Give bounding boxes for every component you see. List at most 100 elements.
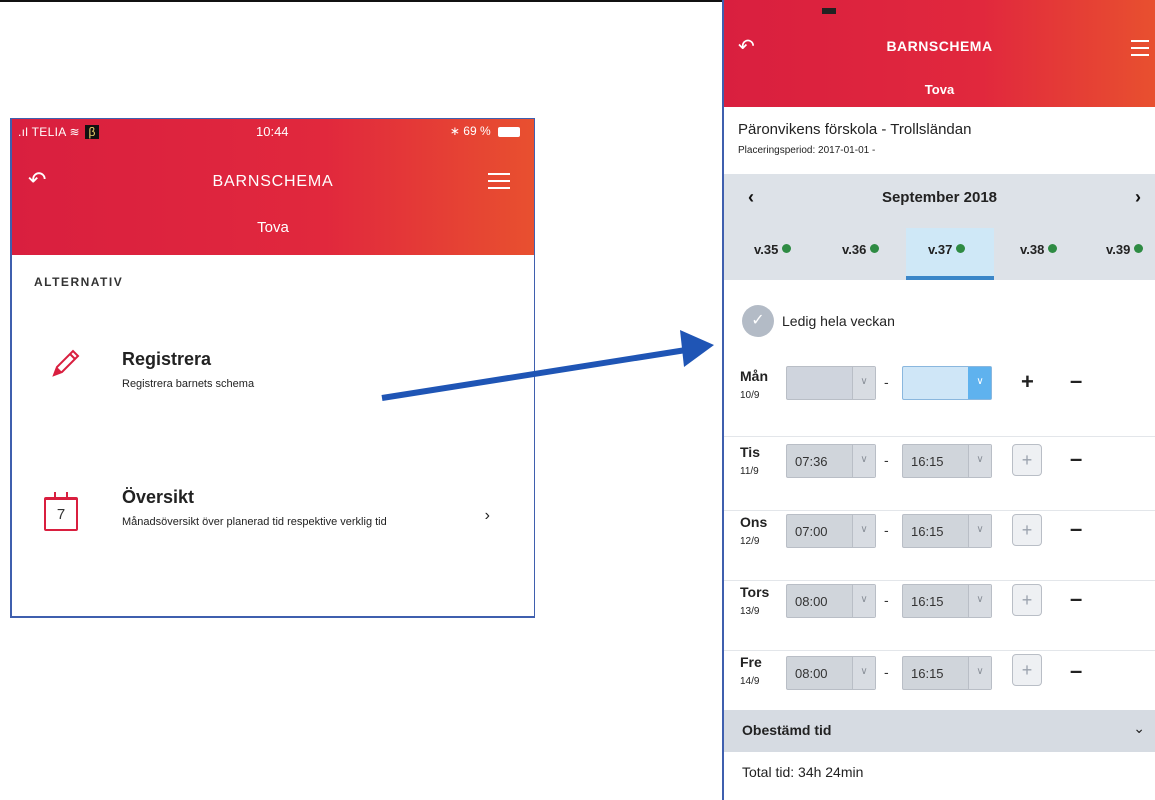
day-row: Ons 12/9 07:00 ∨ - 16:15 ∨ + – (724, 510, 1155, 581)
undetermined-time-label: Obestämd tid (742, 722, 832, 738)
flow-arrow (381, 330, 714, 401)
start-time-select[interactable]: ∨ (786, 366, 876, 400)
status-time: 10:44 (256, 124, 289, 139)
week-tab-selected[interactable]: v.37 (928, 242, 966, 257)
option-description: Registrera barnets schema (122, 378, 255, 390)
option-title: Registrera (122, 349, 212, 369)
add-interval-button[interactable]: + (1012, 514, 1042, 546)
time-separator: - (884, 452, 889, 468)
battery-percent: 69 % (463, 124, 491, 138)
check-icon (870, 244, 880, 253)
start-time-select[interactable]: 07:36 ∨ (786, 444, 876, 478)
remove-interval-button[interactable]: – (1070, 516, 1082, 542)
day-name: Tors (740, 584, 770, 600)
chevron-down-icon: ∨ (852, 367, 875, 399)
chevron-down-icon: ⌄ (1133, 720, 1145, 736)
start-time-select[interactable]: 08:00 ∨ (786, 584, 876, 618)
school-name: Päronvikens förskola - Trollsländan (738, 121, 972, 138)
section-label: ALTERNATIV (34, 275, 124, 289)
time-separator: - (884, 374, 889, 390)
total-time: Total tid: 34h 24min (742, 764, 864, 780)
end-time-value: 16:15 (911, 594, 944, 609)
calendar-icon: 7 (44, 492, 78, 531)
end-time-select[interactable]: 16:15 ∨ (902, 656, 992, 690)
day-date: 11/9 (740, 466, 759, 477)
start-time-value: 07:00 (795, 524, 828, 539)
end-time-value: 16:15 (911, 524, 944, 539)
battery-icon (498, 126, 520, 137)
option-description: Månadsöversikt över planerad tid respekt… (122, 516, 387, 528)
day-row: Tors 13/9 08:00 ∨ - 16:15 ∨ + – (724, 580, 1155, 651)
add-interval-button[interactable]: + (1012, 584, 1042, 616)
remove-interval-button[interactable]: – (1070, 368, 1082, 394)
wifi-icon: ≋ (69, 125, 80, 139)
carrier-label: TELIA (31, 125, 66, 139)
app-header: .ıl TELIA ≋ β 10:44 ∗ 69 % ↶ BARNSCHEMA … (12, 119, 534, 255)
week-tab[interactable]: v.38 (1020, 242, 1058, 257)
month-row: ‹ September 2018 › (724, 174, 1155, 222)
chevron-down-icon: ∨ (968, 585, 991, 617)
hamburger-menu-icon[interactable] (488, 173, 510, 194)
chevron-down-icon: ∨ (852, 585, 875, 617)
end-time-select[interactable]: ∨ (902, 366, 992, 400)
time-separator: - (884, 664, 889, 680)
status-bar: .ıl TELIA ≋ β 10:44 ∗ 69 % (12, 119, 534, 145)
day-row: Mån 10/9 ∨ - ∨ + – (724, 366, 1155, 437)
chevron-down-icon: ∨ (852, 515, 875, 547)
day-name: Tis (740, 444, 760, 460)
free-week-label: Ledig hela veckan (782, 313, 895, 329)
check-icon (782, 244, 792, 253)
add-interval-button[interactable]: + (1012, 444, 1042, 476)
start-time-value: 08:00 (795, 666, 828, 681)
option-oversikt[interactable]: 7 Översikt Månadsöversikt över planerad … (12, 483, 534, 593)
start-time-select[interactable]: 08:00 ∨ (786, 656, 876, 690)
add-interval-button[interactable]: + (1021, 369, 1034, 395)
end-time-value: 16:15 (911, 666, 944, 681)
end-time-select[interactable]: 16:15 ∨ (902, 444, 992, 478)
calendar-navigation: ‹ September 2018 › v.35 v.36 v.37 v.38 v… (724, 174, 1155, 280)
start-time-value: 08:00 (795, 594, 828, 609)
day-date: 10/9 (740, 390, 760, 401)
checkmark-icon: ✓ (742, 305, 774, 337)
chevron-down-icon: ∨ (968, 515, 991, 547)
next-month-icon[interactable]: › (1135, 187, 1141, 208)
start-time-select[interactable]: 07:00 ∨ (786, 514, 876, 548)
end-time-value: 16:15 (911, 454, 944, 469)
check-icon (1048, 244, 1058, 253)
week-tabs: v.35 v.36 v.37 v.38 v.39 (724, 228, 1155, 280)
chevron-down-icon: ∨ (852, 657, 875, 689)
hamburger-menu-icon[interactable] (1131, 40, 1149, 61)
remove-interval-button[interactable]: – (1070, 658, 1082, 684)
bluetooth-icon: ∗ (449, 124, 460, 138)
add-interval-button[interactable]: + (1012, 654, 1042, 686)
option-title: Översikt (122, 487, 195, 507)
status-bar-fragment (822, 8, 836, 14)
day-date: 12/9 (740, 536, 760, 547)
remove-interval-button[interactable]: – (1070, 446, 1082, 472)
chevron-down-icon: ∨ (968, 657, 991, 689)
selected-week-underline (906, 276, 994, 280)
remove-interval-button[interactable]: – (1070, 586, 1082, 612)
day-row: Fre 14/9 08:00 ∨ - 16:15 ∨ + – (724, 650, 1155, 708)
day-row: Tis 11/9 07:36 ∨ - 16:15 ∨ + – (724, 440, 1155, 511)
chevron-right-icon: › (484, 507, 490, 524)
week-tab[interactable]: v.36 (842, 242, 880, 257)
week-tab[interactable]: v.39 (1106, 242, 1144, 257)
signal-icon: .ıl (18, 125, 29, 139)
undetermined-time-section[interactable]: Obestämd tid ⌄ (724, 710, 1155, 752)
app-title: BARNSCHEMA (886, 38, 993, 54)
right-phone-screen: ↶ BARNSCHEMA Tova Päronvikens förskola -… (722, 0, 1155, 800)
app-header: ↶ BARNSCHEMA Tova (724, 0, 1155, 107)
time-separator: - (884, 522, 889, 538)
battery-status: ∗ 69 % (450, 124, 520, 138)
end-time-select[interactable]: 16:15 ∨ (902, 584, 992, 618)
carrier-signal: .ıl TELIA ≋ β (18, 125, 99, 139)
day-name: Mån (740, 368, 768, 384)
day-name: Fre (740, 654, 762, 670)
week-tab[interactable]: v.35 (754, 242, 792, 257)
chevron-down-icon: ∨ (968, 445, 991, 477)
chevron-down-icon: ∨ (968, 367, 991, 399)
pencil-icon (52, 349, 80, 377)
month-label: September 2018 (881, 189, 998, 206)
end-time-select[interactable]: 16:15 ∨ (902, 514, 992, 548)
